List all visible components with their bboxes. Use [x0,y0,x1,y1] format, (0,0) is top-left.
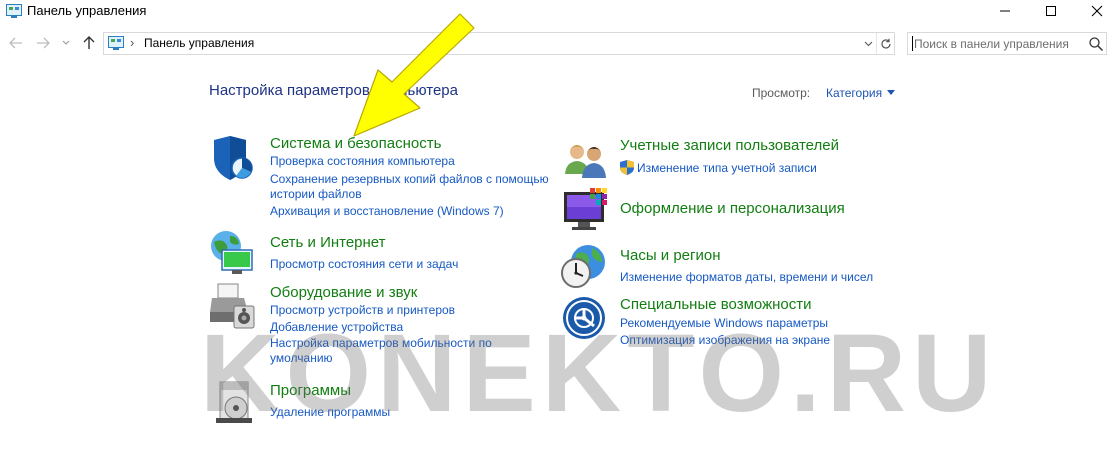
category-user-accounts[interactable]: Учетные записи пользователей [620,137,839,154]
watermark: KONEKTO.RU [200,312,998,435]
link-file-history-backup[interactable]: Сохранение резервных копий файлов с помо… [270,172,549,186]
search-icon[interactable] [1088,36,1104,52]
users-icon[interactable] [562,138,610,186]
window-title: Панель управления [27,3,147,18]
refresh-button[interactable] [876,33,894,54]
navigation-bar: › Панель управления Поиск в панели управ… [0,30,1117,58]
title-bar: Панель управления [0,0,1117,30]
refresh-icon [880,38,891,49]
category-clock-region[interactable]: Часы и регион [620,247,721,264]
address-bar[interactable]: › Панель управления [103,32,895,55]
text-cursor [912,36,913,51]
annotation-arrow-icon [353,13,475,137]
control-panel-icon [108,36,124,50]
maximize-button[interactable] [1028,0,1074,22]
arrow-right-icon [37,37,50,49]
link-date-time-formats[interactable]: Изменение форматов даты, времени и чисел [620,270,873,284]
recent-locations-button[interactable] [60,34,72,52]
minimize-button[interactable] [982,0,1028,22]
chevron-down-icon [864,41,872,46]
caret-down-icon[interactable] [887,90,895,95]
control-panel-icon [6,4,22,18]
link-network-status[interactable]: Просмотр состояния сети и задач [270,257,458,271]
breadcrumb-control-panel[interactable]: Панель управления [144,36,254,50]
minimize-icon [1000,10,1010,12]
arrow-left-icon [9,37,22,49]
link-backup-restore-win7[interactable]: Архивация и восстановление (Windows 7) [270,204,504,218]
back-button[interactable] [7,34,25,52]
search-placeholder: Поиск в панели управления [914,37,1069,51]
breadcrumb-separator-icon: › [130,35,135,50]
link-check-computer-status[interactable]: Проверка состояния компьютера [270,154,455,168]
up-button[interactable] [80,34,98,52]
monitor-palette-icon[interactable] [562,186,610,234]
network-globe-icon[interactable] [208,228,256,276]
chevron-down-icon [62,40,70,45]
shield-icon[interactable] [210,134,258,182]
view-by-label: Просмотр: [752,86,811,100]
close-icon [1091,5,1103,17]
arrow-up-icon [83,36,95,49]
clock-globe-icon[interactable] [560,242,608,290]
search-input[interactable]: Поиск в панели управления [907,32,1107,55]
uac-shield-icon [620,160,634,175]
view-by-dropdown[interactable]: Категория [826,86,882,100]
category-appearance[interactable]: Оформление и персонализация [620,200,845,217]
category-hardware-sound[interactable]: Оборудование и звук [270,284,417,301]
address-dropdown-button[interactable] [860,33,876,54]
maximize-icon [1046,6,1056,16]
close-button[interactable] [1074,0,1117,22]
link-change-account-type[interactable]: Изменение типа учетной записи [637,161,817,175]
category-network-internet[interactable]: Сеть и Интернет [270,234,386,251]
forward-button[interactable] [34,34,52,52]
link-file-history-backup-cont[interactable]: истории файлов [270,187,362,201]
